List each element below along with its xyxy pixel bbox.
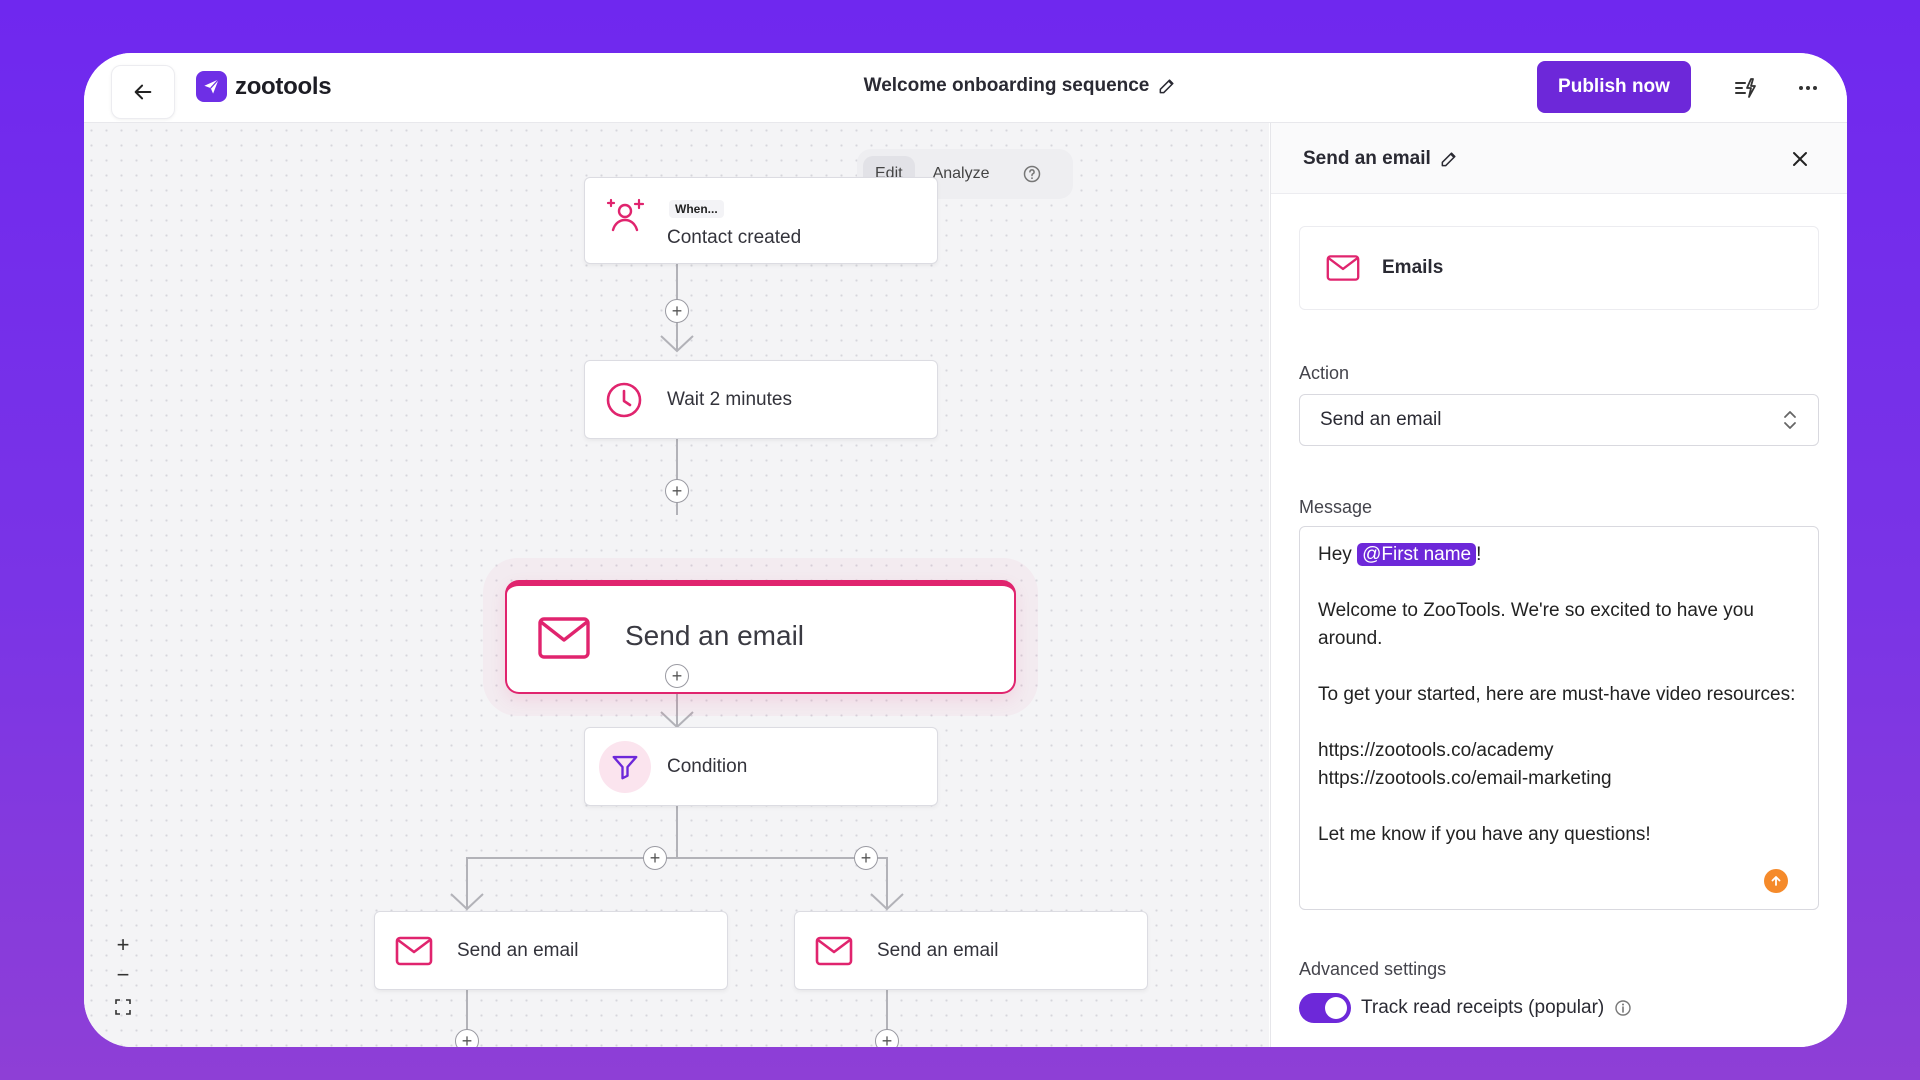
- chevron-up-down-icon: [1784, 411, 1796, 429]
- panel-header: Send an email: [1271, 123, 1847, 194]
- close-icon: [1793, 152, 1807, 166]
- mail-icon: [538, 617, 590, 659]
- close-panel-button[interactable]: [1788, 147, 1812, 171]
- connector: [886, 857, 888, 909]
- zoom-in-button[interactable]: +: [108, 931, 138, 959]
- add-branch-step-button[interactable]: +: [854, 846, 878, 870]
- selected-email-label: Send an email: [625, 620, 805, 651]
- first-name-variable[interactable]: @First name: [1357, 543, 1477, 566]
- node-send-email-selected[interactable]: Send an email: [505, 580, 1016, 694]
- connector: [676, 805, 678, 857]
- action-select-value: Send an email: [1320, 409, 1442, 430]
- trigger-label: Contact created: [667, 227, 802, 248]
- node-trigger[interactable]: When... Contact created: [584, 177, 938, 264]
- trigger-kicker: When...: [669, 200, 724, 218]
- zoom-out-button[interactable]: −: [108, 961, 138, 989]
- mail-icon: [815, 936, 853, 966]
- message-greeting-end: !: [1476, 544, 1482, 565]
- node-condition[interactable]: Condition: [584, 727, 938, 806]
- node-wait[interactable]: Wait 2 minutes: [584, 360, 938, 439]
- workflow-canvas[interactable]: Edit Analyze When... Contact created + W…: [84, 123, 1269, 1047]
- mail-icon: [395, 936, 433, 966]
- message-link: https://zootools.co/academy: [1318, 740, 1554, 761]
- branch-left-label: Send an email: [457, 940, 579, 961]
- add-step-button[interactable]: +: [455, 1029, 479, 1047]
- app-window: zootools Welcome onboarding sequence Pub…: [84, 53, 1847, 1047]
- app-card-emails[interactable]: Emails: [1299, 226, 1819, 310]
- user-sparkle-icon: [606, 198, 645, 232]
- track-receipts-row: Track read receipts (popular): [1299, 993, 1632, 1023]
- add-step-button[interactable]: +: [665, 299, 689, 323]
- message-label: Message: [1299, 497, 1373, 517]
- track-receipts-toggle[interactable]: [1299, 993, 1351, 1023]
- pencil-icon[interactable]: [1157, 76, 1177, 96]
- app-card-label: Emails: [1382, 257, 1444, 278]
- add-step-button[interactable]: +: [665, 664, 689, 688]
- node-send-email-left[interactable]: Send an email: [374, 911, 728, 990]
- panel-title: Send an email: [1303, 148, 1459, 170]
- condition-label: Condition: [667, 756, 748, 777]
- pencil-icon[interactable]: [1439, 149, 1459, 169]
- filter-icon: [599, 741, 651, 793]
- message-link: https://zootools.co/email-marketing: [1318, 768, 1612, 789]
- more-options-icon[interactable]: [1793, 73, 1823, 103]
- help-icon[interactable]: [1022, 164, 1042, 184]
- mail-icon: [1326, 255, 1360, 281]
- connector: [466, 857, 888, 859]
- automation-icon[interactable]: [1730, 73, 1760, 103]
- wait-label: Wait 2 minutes: [667, 389, 792, 410]
- info-icon[interactable]: [1614, 999, 1632, 1017]
- clock-icon: [606, 382, 642, 418]
- action-label: Action: [1299, 363, 1350, 383]
- step-settings-panel: Send an email Emails Action Send an emai…: [1270, 123, 1847, 1047]
- connector: [466, 857, 468, 909]
- fit-view-button[interactable]: [108, 993, 138, 1021]
- track-receipts-label: Track read receipts (popular): [1361, 997, 1605, 1018]
- add-step-button[interactable]: +: [875, 1029, 899, 1047]
- advanced-settings-label: Advanced settings: [1299, 959, 1447, 979]
- branch-right-label: Send an email: [877, 940, 999, 961]
- add-step-button[interactable]: +: [665, 479, 689, 503]
- node-send-email-right[interactable]: Send an email: [794, 911, 1148, 990]
- panel-title-text: Send an email: [1303, 148, 1431, 169]
- top-bar: zootools Welcome onboarding sequence Pub…: [84, 53, 1847, 123]
- assistant-icon[interactable]: [1764, 869, 1788, 893]
- publish-button[interactable]: Publish now: [1537, 61, 1691, 113]
- sequence-title-text: Welcome onboarding sequence: [863, 75, 1150, 96]
- fullscreen-icon: [115, 999, 131, 1015]
- message-line: Let me know if you have any questions!: [1318, 824, 1651, 845]
- action-select[interactable]: Send an email: [1299, 394, 1819, 446]
- message-greeting: Hey: [1318, 544, 1352, 565]
- add-branch-step-button[interactable]: +: [643, 846, 667, 870]
- message-line: Welcome to ZooTools. We're so excited to…: [1318, 600, 1754, 649]
- message-editor[interactable]: Hey @First name! Welcome to ZooTools. We…: [1299, 526, 1819, 910]
- message-line: To get your started, here are must-have …: [1318, 684, 1796, 705]
